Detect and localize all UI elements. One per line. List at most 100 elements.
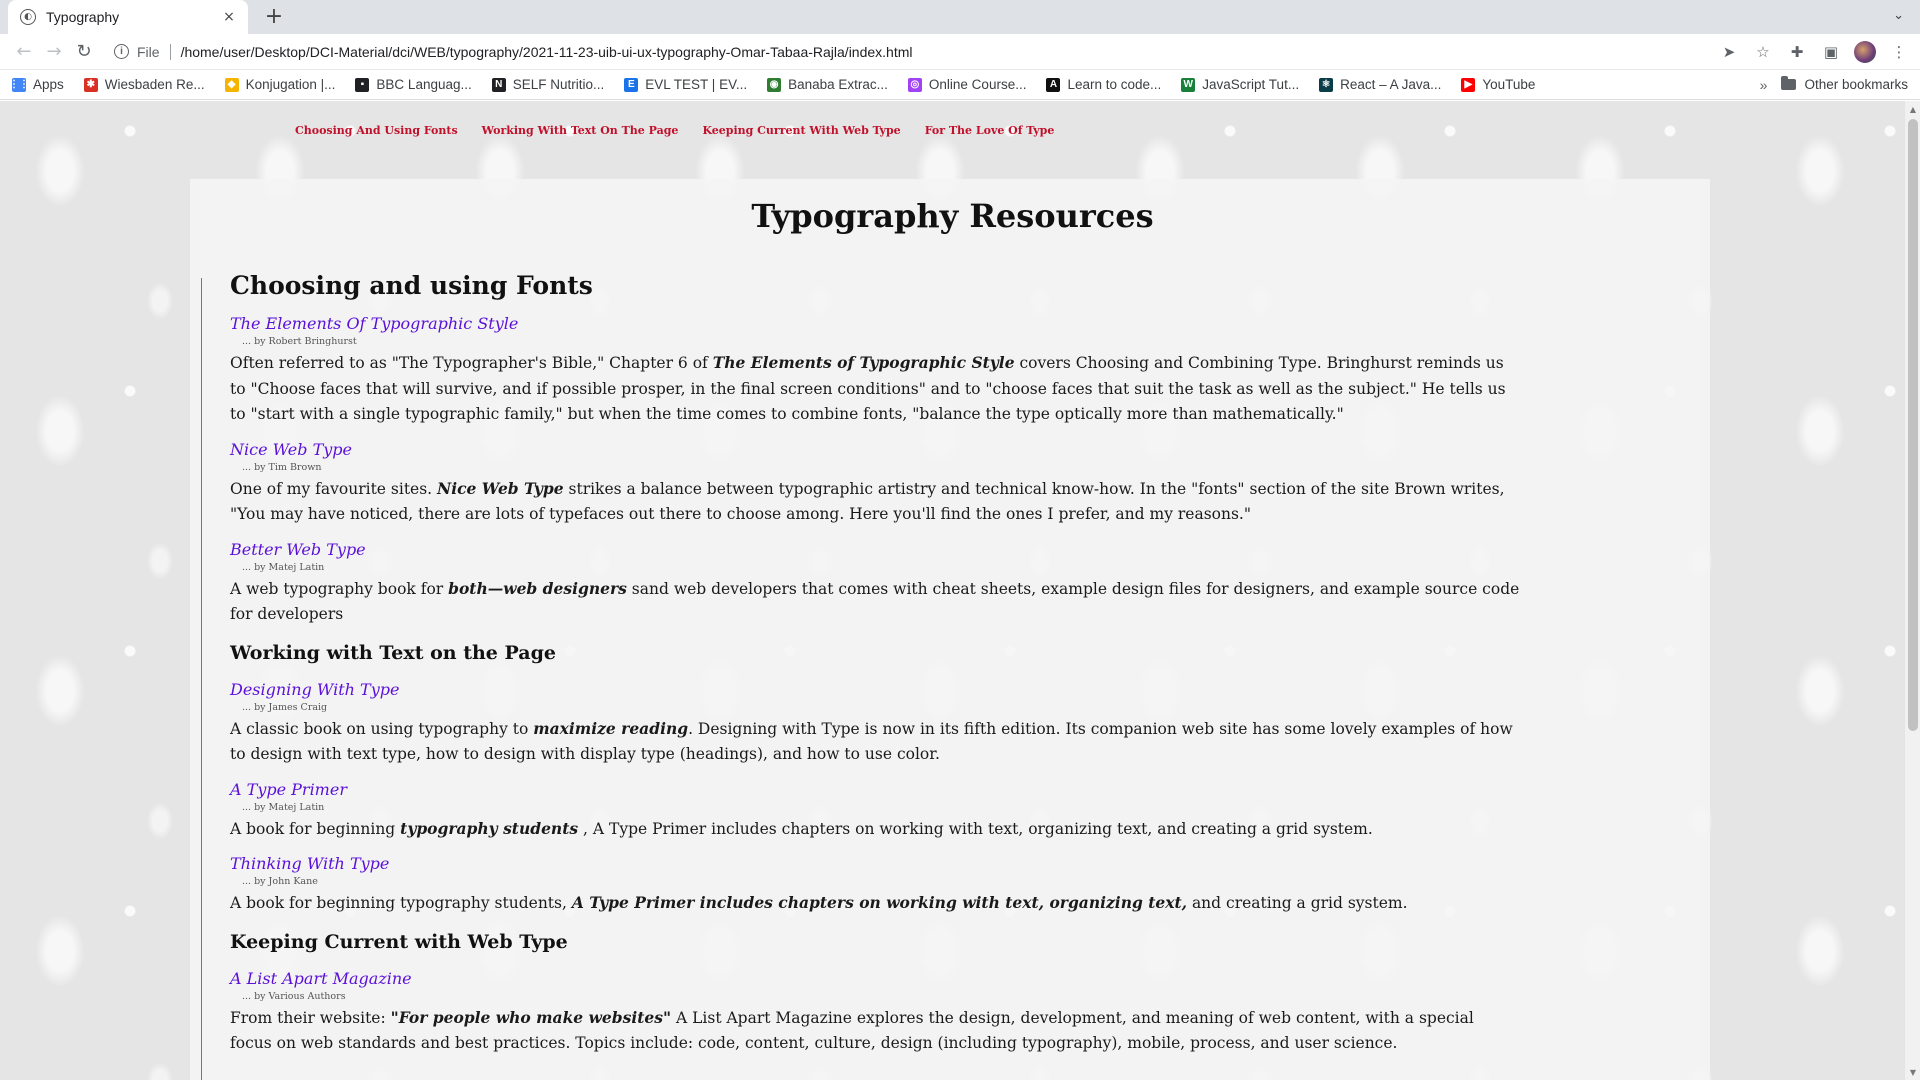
description-text: One of my favourite sites.: [230, 479, 438, 498]
back-arrow-icon[interactable]: ←: [10, 38, 38, 66]
resource-item: The Elements Of Typographic Style ... by…: [230, 314, 1520, 428]
bookmark-label: Apps: [33, 77, 64, 92]
tab-typography[interactable]: ◐ Typography ×: [8, 0, 248, 34]
bookmark-favicon-icon: ⋮⋮: [9, 77, 29, 92]
bookmarks-more-icon[interactable]: »: [1760, 77, 1768, 93]
top-nav: Choosing And Using Fonts Working With Te…: [295, 124, 1054, 137]
bookmark-label: JavaScript Tut...: [1202, 77, 1300, 92]
bookmark-favicon-icon: W: [1181, 77, 1196, 92]
bookmark-item[interactable]: ▶ YouTube: [1461, 77, 1535, 92]
resource-item: Thinking With Type ... by John Kane A bo…: [230, 854, 1520, 917]
side-panel-icon[interactable]: ▣: [1820, 41, 1842, 63]
bookmark-label: Banaba Extrac...: [788, 77, 888, 92]
description-emphasis: The Elements of Typographic Style: [712, 353, 1015, 372]
bookmark-favicon-icon: ▪: [355, 77, 370, 92]
bookmark-item[interactable]: ◎ Online Course...: [907, 77, 1026, 92]
bookmark-item[interactable]: W JavaScript Tut...: [1181, 77, 1299, 92]
bookmark-favicon-icon: ⚛: [1319, 77, 1334, 92]
resource-description: A classic book on using typography to ma…: [230, 716, 1520, 768]
scroll-thumb[interactable]: [1908, 119, 1918, 731]
new-tab-button[interactable]: +: [260, 4, 288, 30]
info-icon[interactable]: i: [114, 44, 129, 59]
description-emphasis: "For people who make websites": [390, 1007, 672, 1027]
menu-dots-icon[interactable]: ⋮: [1888, 41, 1910, 63]
nav-link-keeping-current[interactable]: Keeping Current With Web Type: [702, 124, 900, 137]
description-emphasis: typography students: [400, 818, 579, 838]
bookmark-item[interactable]: ⚛ React – A Java...: [1319, 77, 1441, 92]
resource-description: One of my favourite sites. Nice Web Type…: [230, 476, 1520, 528]
resource-description: A web typography book for both—web desig…: [230, 576, 1520, 628]
send-icon[interactable]: ➤: [1718, 41, 1740, 63]
bookmark-favicon-icon: ◉: [767, 77, 782, 92]
url-text[interactable]: /home/user/Desktop/DCI-Material/dci/WEB/…: [181, 44, 913, 60]
resource-item: A List Apart Magazine ... by Various Aut…: [230, 969, 1520, 1057]
other-bookmarks-label: Other bookmarks: [1804, 77, 1908, 92]
resource-link[interactable]: Thinking With Type: [230, 854, 389, 873]
resource-link[interactable]: The Elements Of Typographic Style: [230, 314, 518, 333]
star-icon[interactable]: ☆: [1752, 41, 1774, 63]
nav-link-love-of-type[interactable]: For The Love Of Type: [925, 124, 1055, 137]
scroll-up-icon[interactable]: ▲: [1905, 101, 1920, 117]
close-tab-icon[interactable]: ×: [220, 9, 238, 25]
vertical-scrollbar[interactable]: ▲ ▼: [1904, 101, 1920, 1080]
section-heading-choosing-fonts: Choosing and using Fonts: [230, 271, 593, 300]
bookmark-label: Wiesbaden Re...: [104, 77, 205, 92]
resource-description: Often referred to as "The Typographer's …: [230, 350, 1520, 428]
reload-icon[interactable]: ↻: [70, 38, 98, 66]
url-scheme: File: [137, 43, 160, 60]
bookmark-label: Konjugation |...: [245, 77, 336, 92]
folder-icon: [1781, 76, 1797, 90]
resource-author: ... by James Craig: [242, 701, 328, 713]
other-bookmarks[interactable]: Other bookmarks: [1781, 76, 1908, 92]
resource-link[interactable]: Designing With Type: [230, 680, 399, 699]
left-border-rule: [201, 278, 202, 1080]
resource-author: ... by Robert Bringhurst: [242, 336, 357, 347]
bookmarks-bar: ⋮⋮ Apps ✱ Wiesbaden Re... ◆ Konjugation |... ▪…: [0, 70, 1920, 100]
scroll-down-icon[interactable]: ▼: [1905, 1064, 1920, 1080]
bookmark-item[interactable]: A Learn to code...: [1046, 77, 1161, 92]
bookmark-label: YouTube: [1482, 77, 1536, 92]
resource-link[interactable]: A List Apart Magazine: [230, 969, 412, 988]
resource-item: Designing With Type ... by James Craig A…: [230, 680, 1520, 768]
bookmark-label: SELF Nutritio...: [512, 77, 605, 92]
description-text: A book for beginning: [230, 819, 401, 838]
description-text: Often referred to as "The Typographer's …: [230, 354, 713, 372]
bookmark-item[interactable]: E EVL TEST | EV...: [624, 77, 747, 92]
bookmark-label: React – A Java...: [1340, 77, 1442, 92]
bookmark-item[interactable]: ▪ BBC Languag...: [355, 77, 472, 92]
resource-link[interactable]: Nice Web Type: [230, 440, 352, 459]
bookmark-favicon-icon: ▶: [1461, 77, 1476, 92]
forward-arrow-icon[interactable]: →: [40, 38, 68, 66]
address-bar[interactable]: i File /home/user/Desktop/DCI-Material/d…: [106, 37, 1710, 67]
bookmark-item[interactable]: ✱ Wiesbaden Re...: [83, 77, 205, 92]
bookmark-favicon-icon: ◆: [224, 77, 239, 92]
resource-author: ... by Matej Latin: [242, 561, 325, 573]
resource-item: A Type Primer ... by Matej Latin A book …: [230, 780, 1520, 843]
tab-search-icon[interactable]: ⌄: [1893, 8, 1904, 23]
tab-title: Typography: [46, 9, 120, 25]
description-text: and creating a grid system.: [1187, 894, 1408, 912]
resource-author: ... by Matej Latin: [242, 801, 325, 813]
nav-link-choosing-fonts[interactable]: Choosing And Using Fonts: [295, 124, 458, 137]
divider: [169, 43, 171, 60]
bookmark-item[interactable]: ◉ Banaba Extrac...: [767, 77, 888, 92]
bookmark-favicon-icon: ◎: [907, 77, 922, 92]
description-text: A web typography book for: [230, 579, 449, 598]
profile-avatar[interactable]: [1854, 40, 1876, 63]
resource-description: A book for beginning typography students…: [230, 816, 1520, 843]
page-viewport: Choosing And Using Fonts Working With Te…: [0, 101, 1904, 1080]
resource-author: ... by Various Authors: [242, 990, 346, 1002]
nav-link-working-with-text[interactable]: Working With Text On The Page: [482, 124, 679, 137]
bookmark-item[interactable]: ◆ Konjugation |...: [224, 77, 336, 92]
description-text: From their website:: [230, 1008, 391, 1027]
section-heading-keeping-current: Keeping Current with Web Type: [230, 930, 568, 953]
main-content: Choosing and using Fonts The Elements Of…: [230, 271, 1520, 1069]
bookmark-item[interactable]: ⋮⋮ Apps: [9, 77, 64, 92]
resource-link[interactable]: A Type Primer: [230, 780, 347, 799]
bookmark-item[interactable]: N SELF Nutritio...: [491, 77, 605, 92]
resource-description: From their website: "For people who make…: [230, 1005, 1520, 1057]
extensions-icon[interactable]: ✚: [1786, 41, 1808, 63]
bookmark-favicon-icon: ✱: [83, 77, 98, 92]
resource-link[interactable]: Better Web Type: [230, 540, 366, 559]
description-emphasis: Nice Web Type: [437, 478, 564, 498]
